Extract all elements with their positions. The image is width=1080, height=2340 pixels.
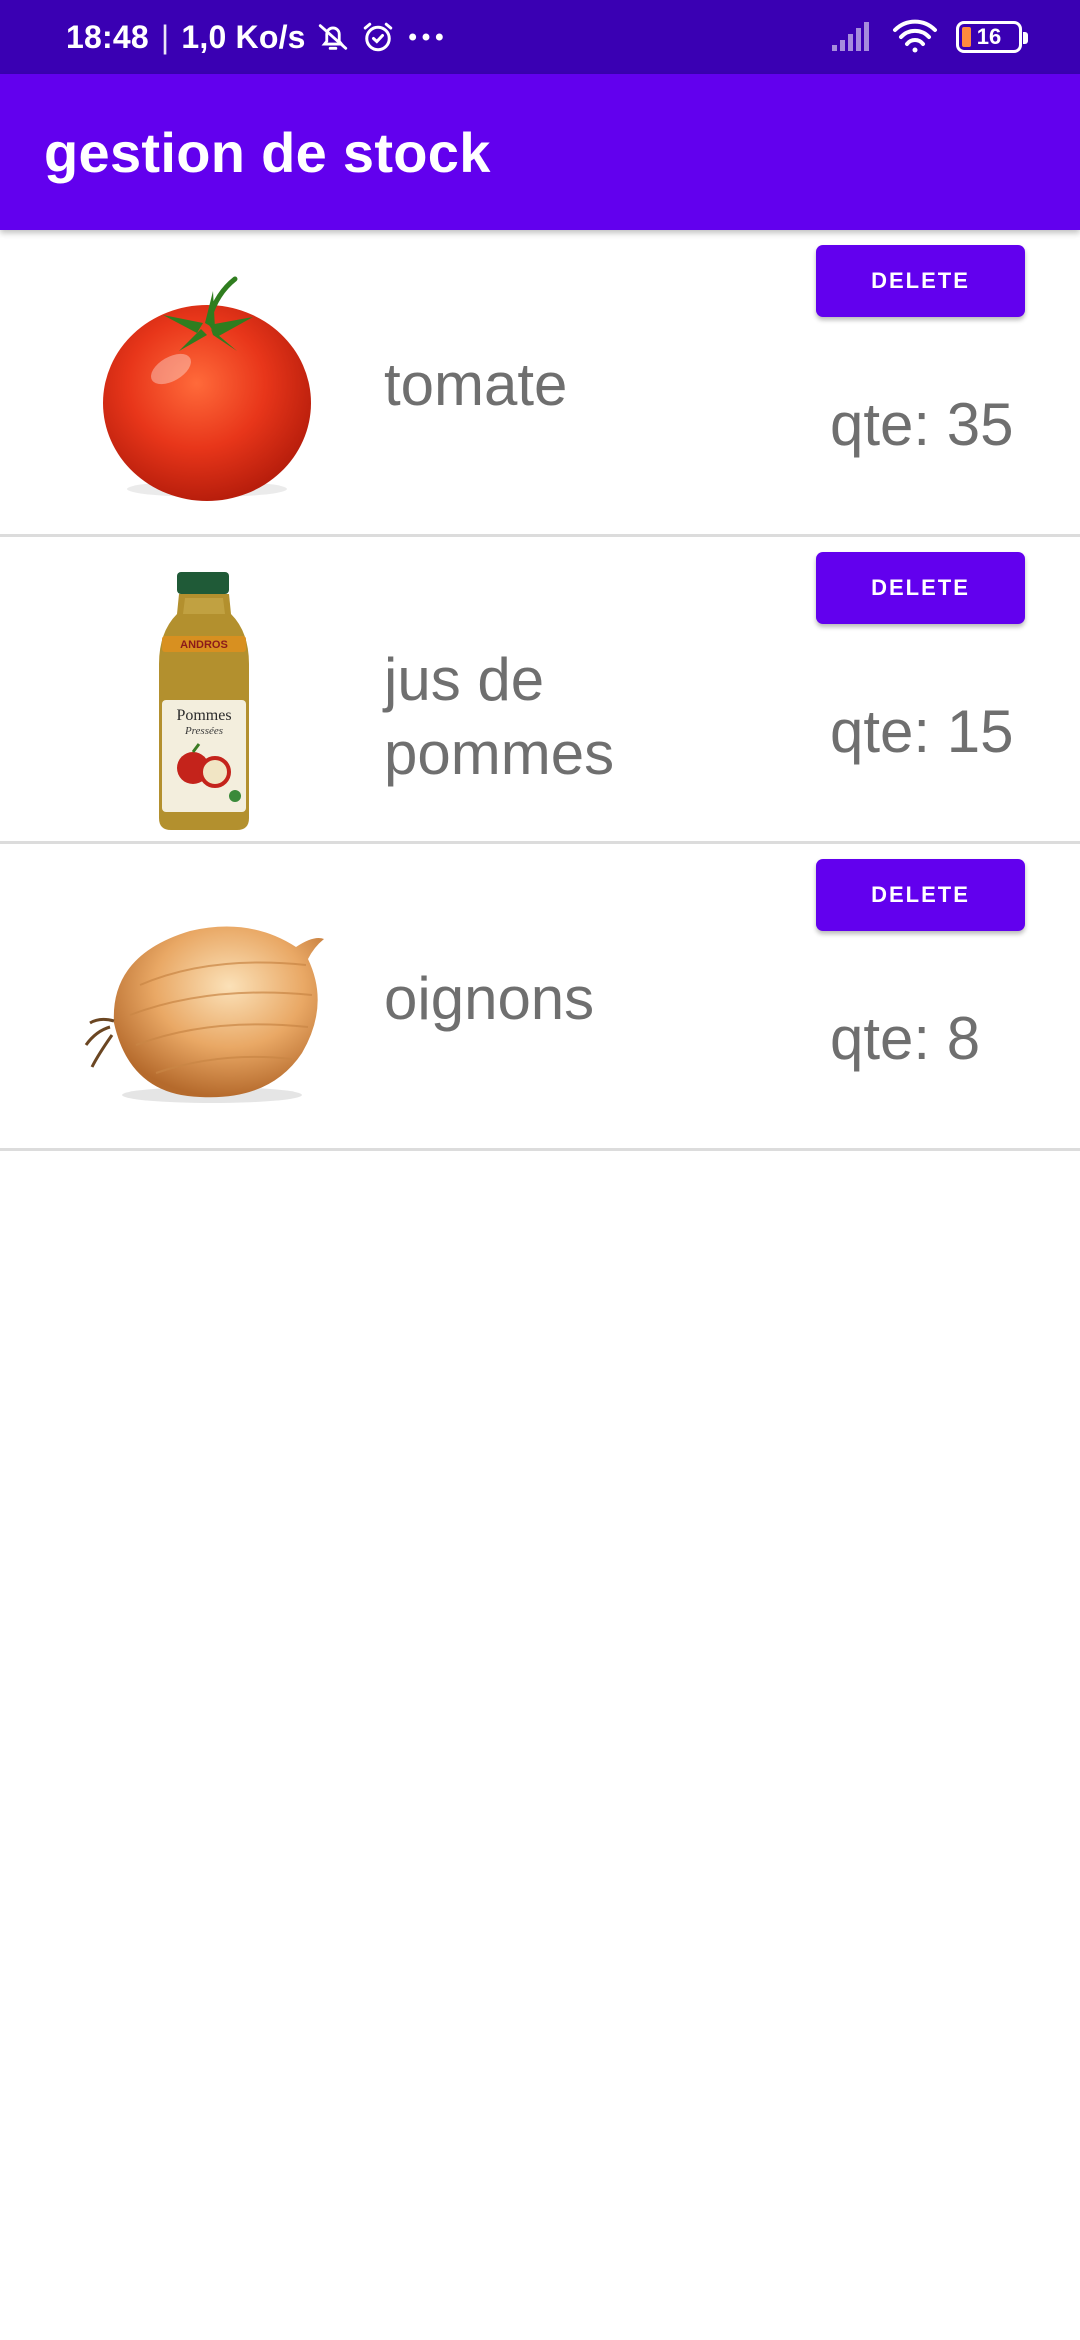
status-network-speed: 1,0 Ko/s xyxy=(181,18,306,55)
app-title: gestion de stock xyxy=(44,120,491,184)
status-separator: | xyxy=(160,18,170,55)
item-quantity: qte: 35 xyxy=(830,391,1014,458)
status-right: 16 xyxy=(830,19,1028,55)
delete-button[interactable]: DELETE xyxy=(816,859,1025,931)
app-bar: gestion de stock xyxy=(0,74,1080,230)
tomato-image xyxy=(80,266,330,516)
alarm-icon xyxy=(360,19,396,55)
delete-button[interactable]: DELETE xyxy=(816,245,1025,317)
bottle-sub-text: Pressées xyxy=(184,725,223,737)
item-quantity: qte: 15 xyxy=(830,698,1014,765)
battery-icon: 16 xyxy=(956,21,1028,53)
item-quantity: qte: 8 xyxy=(830,1005,981,1072)
list-item: ANDROS Pommes Pressées jus de pommes DEL… xyxy=(0,537,1080,844)
battery-level-fill xyxy=(962,27,971,47)
item-name: oignons xyxy=(384,965,595,1032)
bottle-brand-text: ANDROS xyxy=(180,639,228,651)
apple-juice-bottle-image: ANDROS Pommes Pressées xyxy=(80,572,330,830)
onion-image xyxy=(80,880,330,1130)
bottle-product-text: Pommes xyxy=(176,707,231,724)
list-item: tomate DELETE qte: 35 xyxy=(0,230,1080,537)
more-dots-icon xyxy=(406,20,446,54)
status-bar: 18:48 | 1,0 Ko/s 16 xyxy=(0,0,1080,74)
list-item: oignons DELETE qte: 8 xyxy=(0,844,1080,1151)
bell-off-icon xyxy=(316,20,350,54)
item-name: jus de pommes xyxy=(384,646,615,787)
wifi-icon xyxy=(892,19,938,55)
status-left: 18:48 | 1,0 Ko/s xyxy=(66,19,446,56)
delete-button[interactable]: DELETE xyxy=(816,552,1025,624)
item-name: tomate xyxy=(384,351,568,418)
signal-icon xyxy=(830,21,874,53)
battery-level-text: 16 xyxy=(976,24,1002,49)
stock-list: tomate DELETE qte: 35 ANDROS Pommes Pres… xyxy=(0,230,1080,1151)
status-time: 18:48 xyxy=(66,18,149,55)
